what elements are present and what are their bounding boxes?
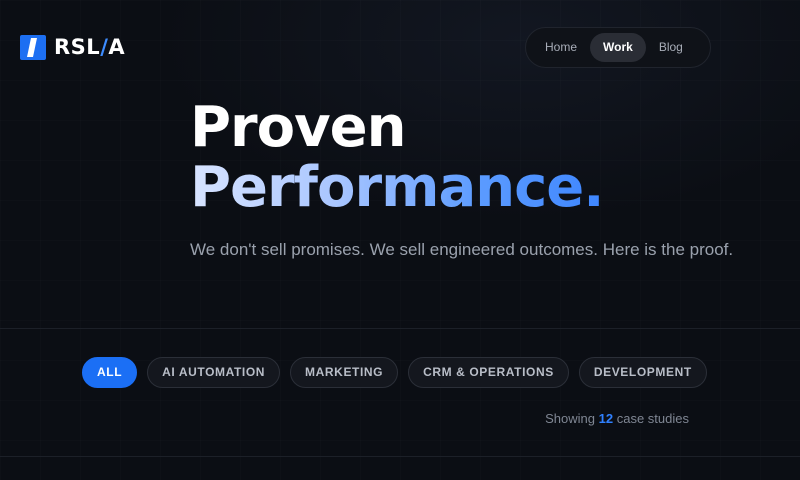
hero-subtitle: We don't sell promises. We sell engineer… [190,240,734,259]
section-divider-bottom [0,456,800,457]
filter-development-button[interactable]: DEVELOPMENT [578,357,707,388]
filter-all-button[interactable]: ALL [82,357,138,388]
logo-slash-icon [20,35,46,60]
nav-item-work[interactable]: Work [590,33,646,62]
logo-text-prefix: RSL [54,35,101,59]
filter-ai-automation-button[interactable]: AI AUTOMATION [147,357,281,388]
logo-wordmark: RSL/A [54,35,125,60]
filter-marketing-button[interactable]: MARKETING [290,357,399,388]
nav-item-home[interactable]: Home [532,33,590,62]
results-count-number: 12 [598,411,614,426]
main-nav: Home Work Blog [525,27,711,68]
site-logo[interactable]: RSL/A [20,35,125,60]
logo-text-suffix: A [108,35,126,59]
hero-title: Proven Performance. [190,95,605,220]
section-divider-top [0,328,800,329]
results-count-suffix: case studies [616,411,689,426]
results-count: Showing 12 case studies [545,411,689,426]
results-count-prefix: Showing [545,411,596,426]
nav-item-blog[interactable]: Blog [646,33,696,62]
work-page: RSL/A Home Work Blog Proven Performance.… [0,0,800,480]
hero-title-line2: Performance. [190,155,605,220]
filter-crm-operations-button[interactable]: CRM & OPERATIONS [408,357,569,388]
category-filters: ALL AI AUTOMATION MARKETING CRM & OPERAT… [82,357,707,388]
hero-title-line1: Proven [190,95,406,160]
